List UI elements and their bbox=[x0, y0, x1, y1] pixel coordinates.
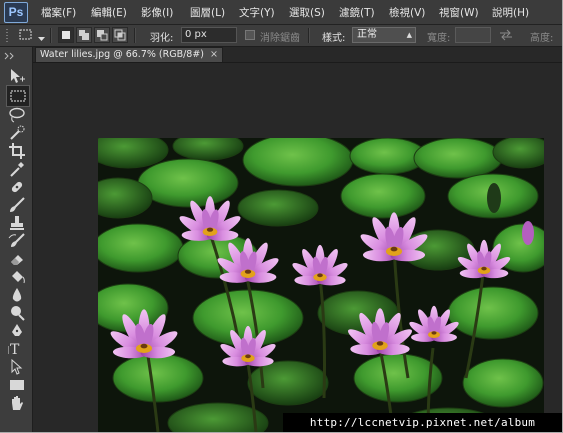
feather-label: 羽化: bbox=[150, 33, 174, 44]
menu-file[interactable]: 檔案(F) bbox=[41, 5, 76, 20]
dodge-tool-icon[interactable] bbox=[8, 304, 26, 322]
menu-view[interactable]: 檢視(V) bbox=[389, 5, 425, 20]
svg-text:T: T bbox=[10, 342, 20, 358]
options-bar: 羽化: 0 px 消除鋸齒 樣式: 正常 ▲ 寬度: 高度: bbox=[0, 25, 562, 47]
eraser-tool-icon[interactable] bbox=[8, 250, 26, 268]
antialias-label: 消除鋸齒 bbox=[260, 33, 300, 44]
brush-tool-icon[interactable] bbox=[8, 196, 26, 214]
style-label: 樣式: bbox=[322, 33, 346, 44]
crop-tool-icon[interactable] bbox=[8, 142, 26, 160]
options-grip-icon bbox=[6, 29, 9, 45]
quick-selection-tool-icon[interactable] bbox=[8, 124, 26, 142]
menu-layer[interactable]: 圖層(L) bbox=[190, 5, 225, 20]
document-tab-title: Water lilies.jpg @ 66.7% (RGB/8#) bbox=[40, 49, 205, 60]
paint-bucket-tool-icon[interactable] bbox=[8, 268, 26, 286]
move-tool-icon[interactable] bbox=[8, 67, 26, 85]
close-tab-icon[interactable]: × bbox=[210, 49, 218, 60]
tool-preset-dropdown-icon[interactable] bbox=[38, 32, 45, 45]
width-input bbox=[455, 27, 491, 43]
document-tab[interactable]: Water lilies.jpg @ 66.7% (RGB/8#) × bbox=[35, 47, 223, 62]
menu-edit[interactable]: 編輯(E) bbox=[91, 5, 127, 20]
menu-select[interactable]: 選取(S) bbox=[289, 5, 325, 20]
antialias-checkbox[interactable] bbox=[245, 30, 255, 43]
photoshop-window: Ps 檔案(F) 編輯(E) 影像(I) 圖層(L) 文字(Y) 選取(S) 濾… bbox=[0, 0, 563, 433]
swap-width-height-icon bbox=[499, 29, 513, 44]
image-canvas[interactable] bbox=[98, 138, 544, 432]
subtract-selection-button[interactable] bbox=[94, 27, 110, 43]
width-label: 寬度: bbox=[427, 33, 451, 44]
watermark-url: http://lccnetvip.pixnet.net/album bbox=[283, 413, 562, 432]
clone-stamp-tool-icon[interactable] bbox=[8, 214, 26, 232]
photoshop-logo: Ps bbox=[4, 2, 28, 23]
type-tool-icon[interactable]: T bbox=[7, 340, 26, 358]
menu-filter[interactable]: 濾鏡(T) bbox=[339, 5, 375, 20]
document-area: Water lilies.jpg @ 66.7% (RGB/8#) × bbox=[33, 47, 562, 432]
divider bbox=[50, 28, 52, 43]
toolbox: T bbox=[0, 47, 33, 432]
divider bbox=[308, 28, 310, 43]
marquee-rectangle-icon[interactable] bbox=[18, 28, 34, 42]
feather-input[interactable]: 0 px bbox=[181, 27, 237, 43]
rectangle-tool-icon[interactable] bbox=[8, 376, 26, 394]
lasso-tool-icon[interactable] bbox=[8, 106, 26, 124]
menu-type[interactable]: 文字(Y) bbox=[239, 5, 275, 20]
blur-tool-icon[interactable] bbox=[8, 286, 26, 304]
select-arrows-icon: ▲ bbox=[406, 31, 412, 39]
hand-tool-icon[interactable] bbox=[8, 394, 26, 412]
menu-bar: Ps 檔案(F) 編輯(E) 影像(I) 圖層(L) 文字(Y) 選取(S) 濾… bbox=[0, 0, 562, 25]
menu-help[interactable]: 說明(H) bbox=[492, 5, 529, 20]
history-brush-tool-icon[interactable] bbox=[8, 232, 26, 250]
pen-tool-icon[interactable] bbox=[8, 322, 26, 340]
intersect-selection-button[interactable] bbox=[112, 27, 128, 43]
divider bbox=[134, 28, 136, 43]
tab-divider bbox=[33, 62, 562, 63]
path-selection-tool-icon[interactable] bbox=[8, 358, 26, 376]
menu-window[interactable]: 視窗(W) bbox=[439, 5, 479, 20]
menu-image[interactable]: 影像(I) bbox=[141, 5, 173, 20]
style-select[interactable]: 正常 ▲ bbox=[352, 27, 416, 43]
spot-healing-tool-icon[interactable] bbox=[8, 178, 26, 196]
eyedropper-tool-icon[interactable] bbox=[8, 160, 26, 178]
height-label: 高度: bbox=[530, 33, 554, 44]
new-selection-button[interactable] bbox=[58, 27, 74, 43]
style-select-value: 正常 bbox=[357, 29, 377, 40]
add-selection-button[interactable] bbox=[76, 27, 92, 43]
collapse-toolbox-icon[interactable] bbox=[4, 50, 22, 60]
marquee-tool-icon[interactable] bbox=[6, 85, 30, 107]
water-lilies-photo bbox=[98, 138, 544, 432]
